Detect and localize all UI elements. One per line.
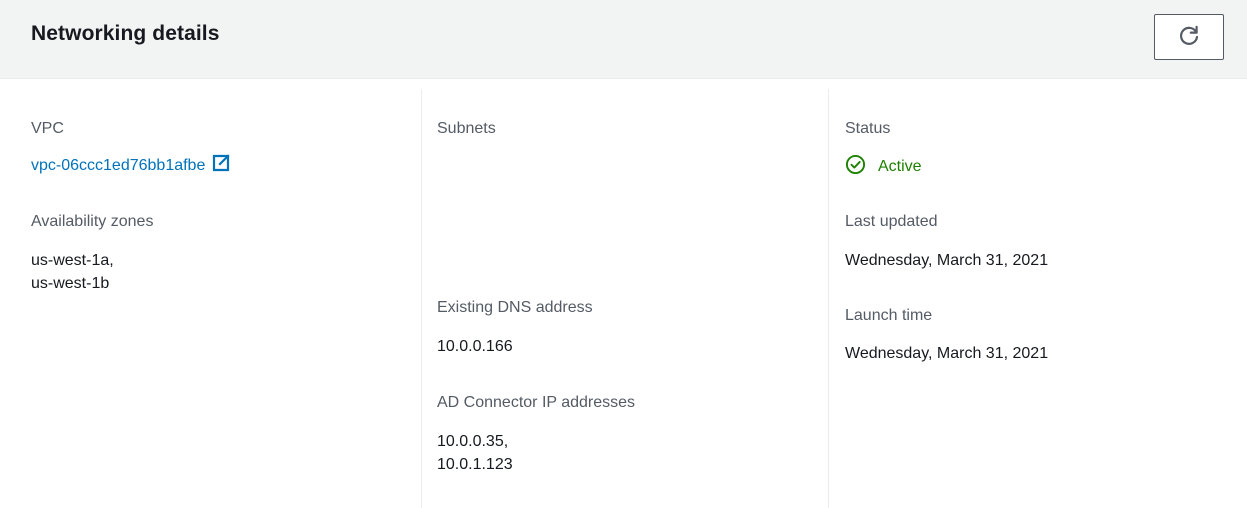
vpc-link-text: vpc-06ccc1ed76bb1afbe xyxy=(31,156,206,174)
networking-details-panel: Networking details VPC vpc-06ccc1ed76bb1… xyxy=(0,0,1247,508)
external-link-icon xyxy=(211,153,231,178)
launch-time-label: Launch time xyxy=(845,307,933,324)
status-value: Active xyxy=(878,158,922,175)
last-updated-label: Last updated xyxy=(845,213,938,230)
dns-address-label: Existing DNS address xyxy=(437,299,593,316)
vpc-label: VPC xyxy=(31,120,64,137)
ad-connector-ip-2: 10.0.1.123 xyxy=(437,456,513,473)
vpc-link[interactable]: vpc-06ccc1ed76bb1afbe xyxy=(31,153,231,178)
launch-time-value: Wednesday, March 31, 2021 xyxy=(845,345,1049,362)
panel-header: Networking details xyxy=(0,0,1247,79)
column-divider xyxy=(828,89,829,508)
status-label: Status xyxy=(845,120,891,137)
availability-zones-label: Availability zones xyxy=(31,213,154,230)
last-updated-value: Wednesday, March 31, 2021 xyxy=(845,252,1049,269)
subnets-label: Subnets xyxy=(437,120,496,137)
availability-zone-2: us-west-1b xyxy=(31,275,110,292)
status-indicator: Active xyxy=(845,154,922,180)
availability-zone-1: us-west-1a, xyxy=(31,252,114,269)
refresh-icon xyxy=(1177,24,1201,51)
ad-connector-ip-label: AD Connector IP addresses xyxy=(437,394,636,411)
column-divider xyxy=(421,89,422,508)
check-circle-icon xyxy=(845,154,866,180)
dns-address-value: 10.0.0.166 xyxy=(437,338,513,355)
panel-body: VPC vpc-06ccc1ed76bb1afbe Availability z… xyxy=(0,79,1247,508)
refresh-button[interactable] xyxy=(1154,14,1224,60)
ad-connector-ip-1: 10.0.0.35, xyxy=(437,433,509,450)
panel-title: Networking details xyxy=(31,22,220,45)
